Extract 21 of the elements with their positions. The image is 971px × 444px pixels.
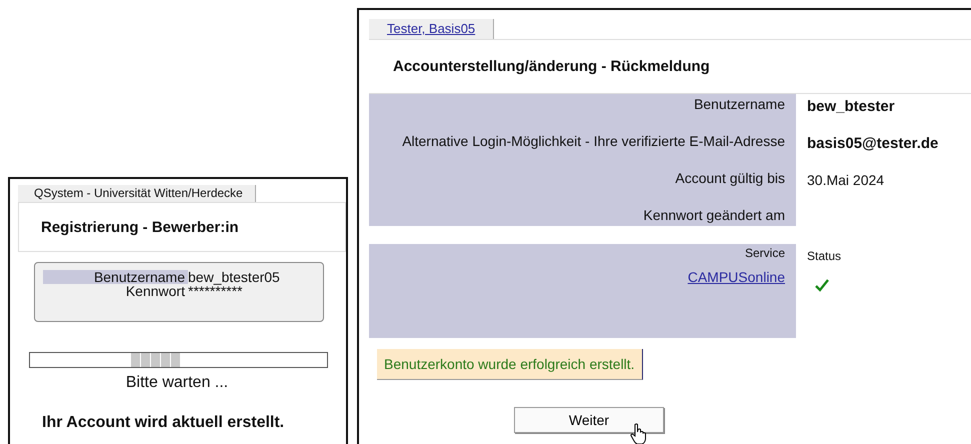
continue-button[interactable]: Weiter (514, 407, 664, 433)
service-link[interactable]: CAMPUSonline (688, 269, 785, 285)
field-label: Account gültig bis (675, 170, 785, 188)
field-value: basis05@tester.de (807, 135, 938, 152)
field-value: 30.Mai 2024 (807, 172, 884, 188)
credential-label: Kennwort (124, 284, 186, 298)
column-header: Status (807, 249, 842, 265)
credential-value: ********** (188, 284, 242, 298)
success-message: Benutzerkonto wurde erfolgreich erstellt. (377, 349, 643, 380)
column-header: Service (744, 246, 785, 262)
page-heading: Registrierung - Bewerber:in (41, 218, 239, 236)
field-label: Kennwort geändert am (643, 207, 785, 225)
wait-text: Bitte warten ... (124, 374, 230, 392)
user-tab[interactable]: Tester, Basis05 (369, 19, 494, 39)
credential-label: Benutzername (43, 270, 188, 284)
field-label: Alternative Login-Möglichkeit - Ihre verifizierte E-Mail-Adresse (402, 133, 785, 151)
status-message: Ihr Account wird aktuell erstellt. (42, 414, 286, 432)
field-label: Benutzername (694, 96, 785, 114)
field-value: bew_btester (807, 98, 895, 115)
window-tab[interactable]: QSystem - Universität Witten/Herdecke (18, 185, 256, 202)
credential-value: bew_btester05 (188, 270, 281, 284)
